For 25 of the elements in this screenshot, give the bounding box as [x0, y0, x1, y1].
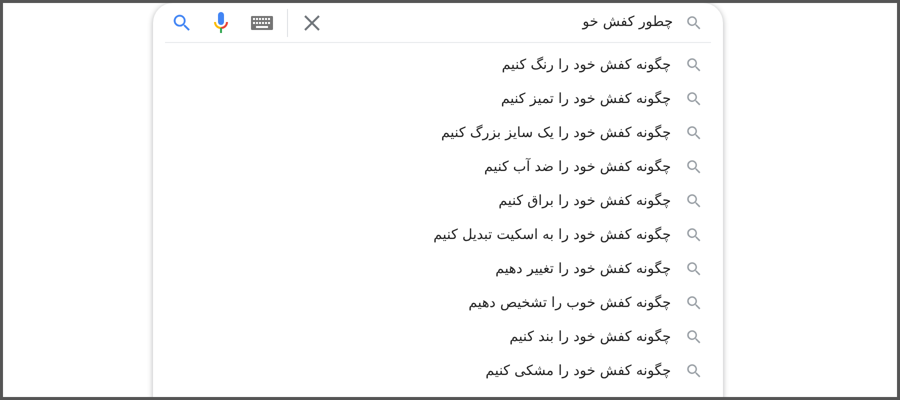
suggestion-item[interactable]: چگونه کفش خود را تمیز کنیم — [500, 88, 671, 110]
search-icon — [685, 362, 703, 380]
search-icon — [685, 328, 703, 346]
search-icon — [685, 56, 703, 74]
search-icon — [685, 158, 703, 176]
search-icon — [685, 14, 703, 32]
suggestion-item[interactable]: چگونه کفش خود را براق کنیم — [498, 190, 671, 212]
suggestion-item[interactable]: چگونه کفش خود را رنگ کنیم — [502, 54, 671, 76]
suggestion-item[interactable]: چگونه کفش خود را به اسکیت تبدیل کنیم — [433, 224, 671, 246]
search-icon — [685, 294, 703, 312]
search-icon — [685, 124, 703, 142]
microphone-icon[interactable] — [213, 10, 229, 34]
search-icon — [685, 192, 703, 210]
suggestion-item[interactable]: چگونه کفش خود را یک سایز بزرگ کنیم — [441, 122, 671, 144]
suggestion-item[interactable]: چگونه کفش خوب را تشخیص دهیم — [468, 292, 671, 314]
search-icon — [685, 90, 703, 108]
suggestion-item[interactable]: چگونه کفش خود را ضد آب کنیم — [484, 156, 671, 178]
search-field[interactable]: چطور کفش خو — [330, 12, 673, 33]
suggestion-item[interactable]: چگونه کفش خود را تغییر دهیم — [495, 258, 671, 280]
suggestion-item[interactable]: چگونه کفش خود را بند کنیم — [509, 326, 671, 348]
close-icon[interactable] — [304, 14, 320, 30]
suggestion-item[interactable]: چگونه کفش خود را مشکی کنیم — [486, 360, 671, 382]
search-icon — [685, 226, 703, 244]
keyboard-icon[interactable] — [251, 16, 273, 30]
search-icon — [685, 260, 703, 278]
